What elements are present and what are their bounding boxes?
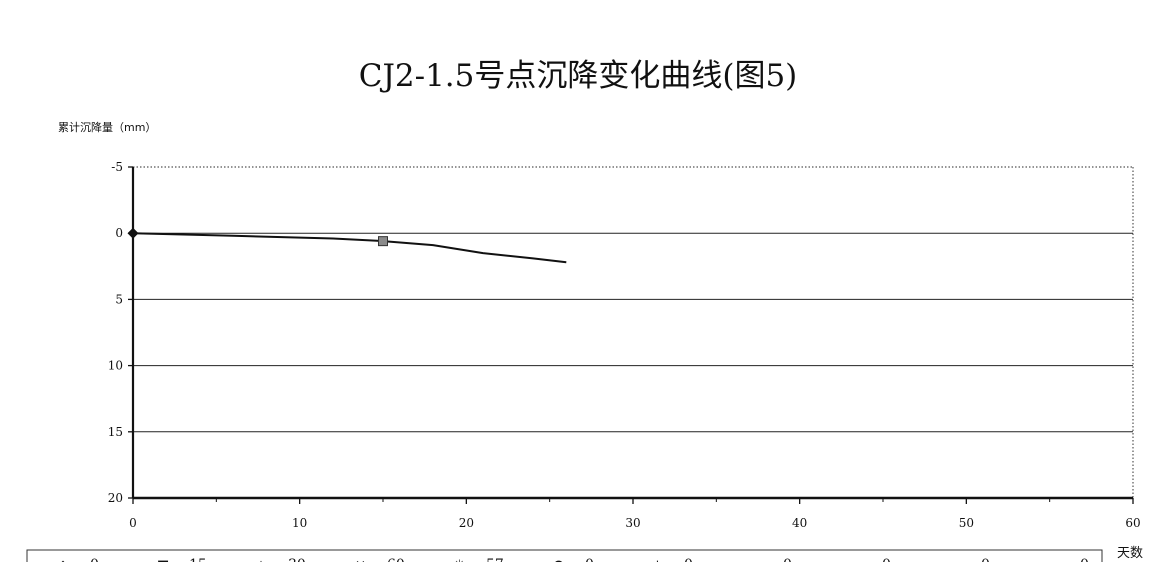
tick-labels: -5 0 5 10 15 20 0 10 20 30 40 50 60: [108, 160, 1141, 530]
legend-value-7: 0: [783, 557, 792, 562]
x-tick-label-0: 0: [129, 516, 137, 530]
y-tick-label-15: 15: [108, 425, 123, 439]
y-axis-label: 累计沉降量（mm）: [58, 120, 156, 134]
x-tick-label-10: 10: [292, 516, 307, 530]
legend-value-8: 0: [882, 557, 891, 562]
x-tick-label-30: 30: [625, 516, 640, 530]
settlement-chart: -5 0 5 10 15 20 0 10 20 30 40 50 60 ◆ 0 ■ 15 ▲ 30 × 60 ✳ 57 ● 0…: [0, 0, 1149, 566]
legend-value-4: 57: [486, 557, 504, 562]
legend-glyph-1: ■: [157, 558, 169, 562]
legend-value-2: 30: [288, 557, 306, 562]
legend-glyph-7: –: [751, 558, 758, 562]
legend-value-9: 0: [981, 557, 990, 562]
legend-glyph-8: –: [850, 558, 857, 562]
y-tick-label-5: 5: [115, 292, 123, 306]
series-group: [132, 232, 567, 264]
x-axis-label: 天数: [1117, 546, 1143, 561]
axes: [128, 166, 1134, 504]
series-line-0: [132, 232, 567, 264]
data-point-square-1: [378, 236, 388, 247]
chart-canvas: -5 0 5 10 15 20 0 10 20 30 40 50 60 ◆ 0 ■ 15 ▲ 30 × 60 ✳ 57 ● 0…: [26, 58, 1143, 566]
grid-lines: [133, 232, 1133, 433]
legend-glyph-6: +: [652, 558, 663, 562]
y-tick-label--5: -5: [111, 160, 123, 174]
y-tick-label-0: 0: [115, 226, 123, 240]
legend-value-10: 0: [1080, 557, 1089, 562]
chart-title: CJ2-1.5号点沉降变化曲线(图5): [359, 58, 798, 94]
x-tick-label-60: 60: [1125, 516, 1140, 530]
legend-value-0: 0: [90, 557, 99, 562]
x-tick-label-40: 40: [792, 516, 807, 530]
x-tick-label-50: 50: [959, 516, 974, 530]
legend-value-6: 0: [684, 557, 693, 562]
legend-glyph-10: –: [1048, 558, 1055, 562]
legend-glyph-5: ●: [553, 558, 564, 562]
legend-value-5: 0: [585, 557, 594, 562]
legend-glyph-9: –: [949, 558, 956, 562]
legend-value-3: 60: [387, 557, 405, 562]
legend-glyph-2: ▲: [256, 558, 266, 562]
y-tick-label-10: 10: [108, 359, 123, 373]
plot-frame: [133, 166, 1134, 498]
legend-strip: ◆ 0 ■ 15 ▲ 30 × 60 ✳ 57 ● 0 +0 – 0 – 0 – 0 – 0: [26, 549, 1103, 566]
y-tick-label-20: 20: [108, 491, 123, 505]
data-point-diamond-0: [127, 227, 139, 239]
x-tick-label-20: 20: [459, 516, 474, 530]
legend-value-1: 15: [189, 557, 207, 562]
legend-glyph-0: ◆: [58, 558, 68, 562]
legend-glyph-4: ✳: [454, 558, 465, 562]
legend-glyph-3: ×: [355, 558, 366, 562]
